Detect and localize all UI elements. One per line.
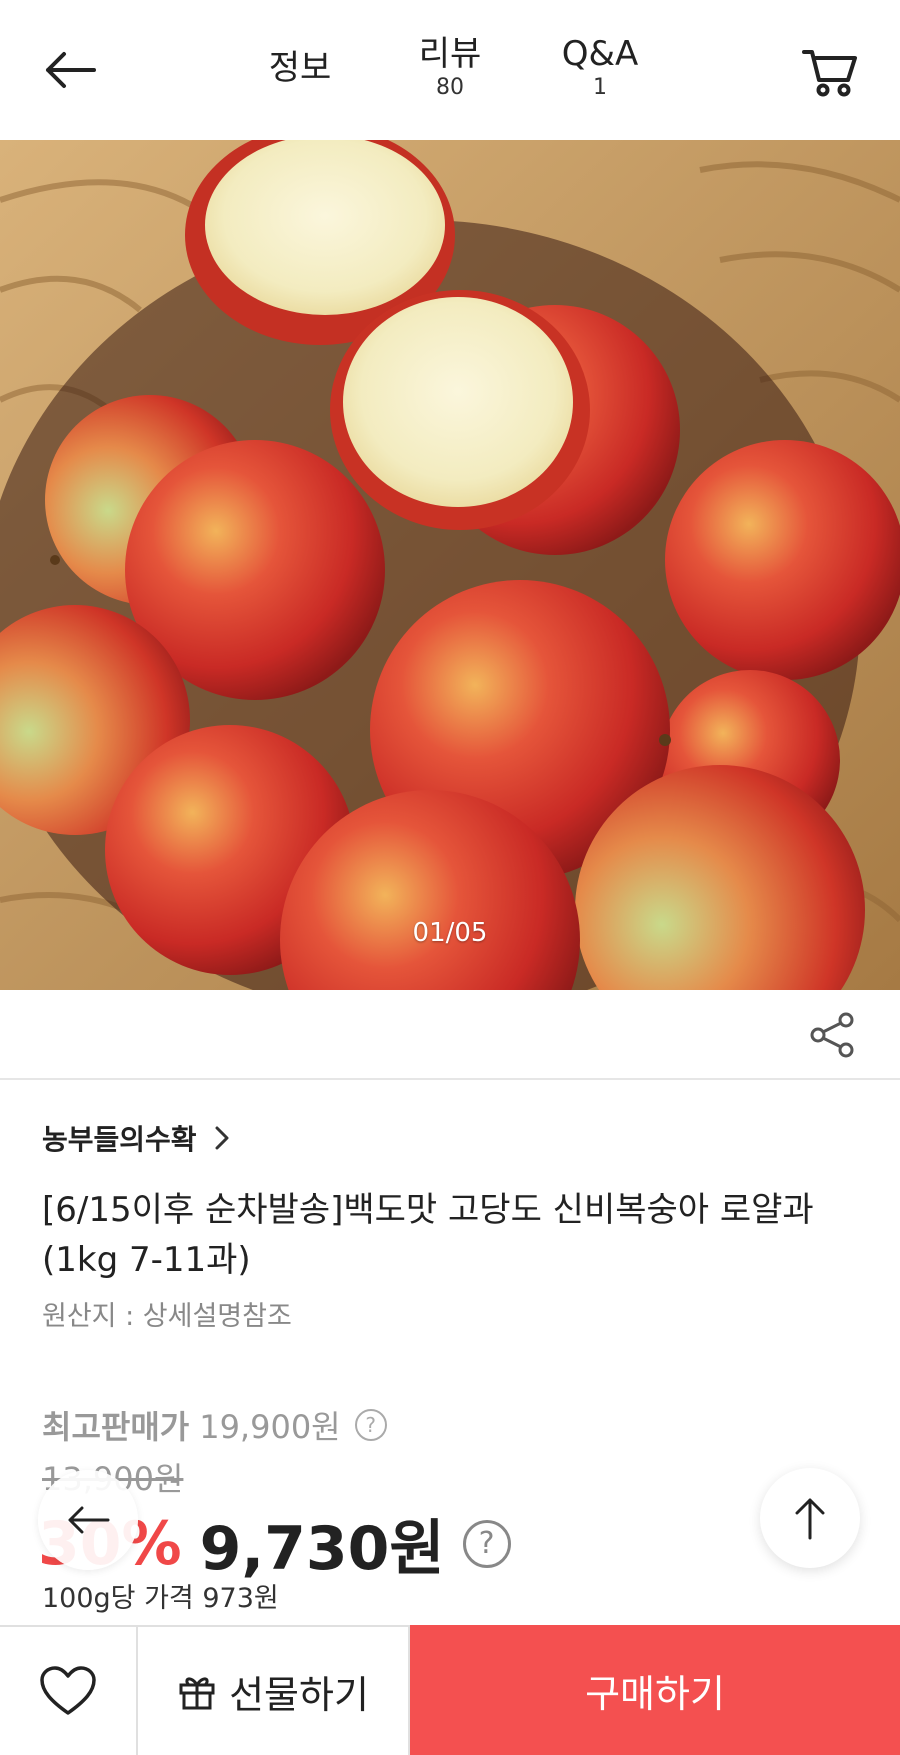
tab-info-label: 정보 [268,48,332,88]
sale-price: 9,730원 [199,1514,445,1584]
unit-price: 100g당 가격 973원 [42,1583,279,1614]
peach-basket-illustration [0,140,900,990]
heart-icon [40,1666,96,1715]
gallery-page-indicator: 01/05 [412,918,488,948]
cart-icon [802,50,857,97]
max-price-value: 19,900원 [199,1408,341,1446]
gift-button-label: 선물하기 [229,1672,369,1717]
chevron-right-icon [215,1126,229,1150]
share-row [0,990,900,1080]
help-icon[interactable]: ? [462,1519,511,1568]
buy-button-label: 구매하기 [585,1671,725,1716]
scroll-to-top-button[interactable] [760,1468,860,1568]
product-origin: 원산지 : 상세설명참조 [42,1301,292,1332]
tab-info[interactable]: 정보 [250,48,350,88]
help-icon[interactable]: ? [354,1409,387,1441]
gift-icon [179,1677,215,1710]
max-price-label: 최고판매가 [42,1408,190,1446]
floating-back-button[interactable] [38,1470,138,1570]
wishlist-button[interactable] [0,1627,138,1755]
seller-link[interactable]: 농부들의수확 [42,1118,229,1158]
back-button[interactable] [40,40,100,100]
tab-review[interactable]: 리뷰 80 [400,34,500,102]
back-arrow-icon [46,52,96,88]
arrow-up-icon [795,1498,825,1540]
tab-qa-count: 1 [593,75,607,100]
cart-button[interactable] [800,42,860,102]
share-icon [810,1012,854,1058]
max-price-row: 최고판매가 19,900원 ? [42,1402,387,1448]
tab-review-count: 80 [436,75,464,100]
seller-name: 농부들의수확 [42,1123,197,1156]
tab-qa[interactable]: Q&A 1 [545,34,655,102]
tab-qa-label: Q&A [561,34,639,74]
share-button[interactable] [808,1010,858,1060]
product-title: [6/15이후 순차발송]백도맛 고당도 신비복숭아 로얄과 (1kg 7-11… [42,1190,814,1280]
back-arrow-icon [68,1506,110,1534]
gift-button[interactable]: 선물하기 [138,1627,410,1755]
product-image[interactable] [0,140,900,990]
buy-button[interactable]: 구매하기 [410,1625,900,1755]
bottom-action-bar: 선물하기 구매하기 [0,1625,900,1755]
tab-review-label: 리뷰 [418,34,482,74]
top-header: 정보 리뷰 80 Q&A 1 [0,0,900,140]
